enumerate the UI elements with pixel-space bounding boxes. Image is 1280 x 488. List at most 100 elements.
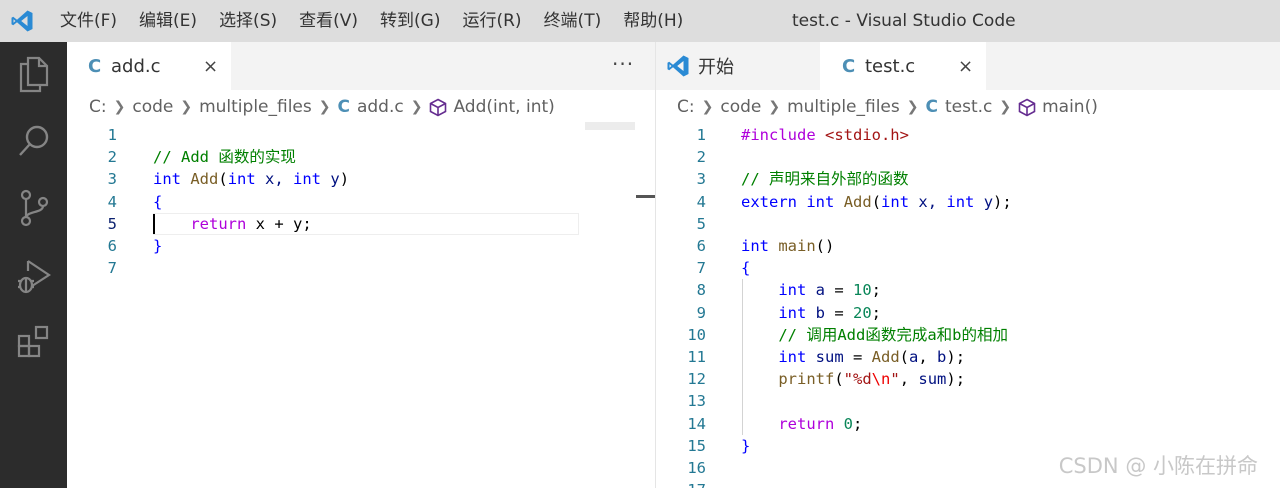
code-line[interactable]: 13 [656,390,1280,412]
code-line[interactable]: 2 // Add 函数的实现 [67,146,655,168]
code-text: // Add 函数的实现 [153,146,296,168]
code-token: ( [218,170,228,189]
breadcrumb-item[interactable]: C: [89,97,107,117]
breadcrumb-item[interactable]: multiple_files [787,97,900,117]
breadcrumb-item[interactable]: main() [1042,97,1098,117]
c-file-icon: C [925,97,938,117]
code-token: extern [741,192,797,211]
code-line[interactable]: 11 int sum = Add(a, b); [656,346,1280,368]
tab-test-c[interactable]: C test.c × [820,42,986,90]
code-token: ); [993,192,1012,211]
breadcrumb-item[interactable]: multiple_files [199,97,312,117]
line-number: 5 [107,214,117,233]
close-icon[interactable]: × [203,56,218,77]
tab-welcome[interactable]: 开始 [656,42,820,90]
c-file-icon: C [337,97,350,117]
code-token: a [909,348,919,366]
breadcrumb-item[interactable]: test.c [945,97,992,117]
code-line[interactable]: 4 extern int Add(int x, int y); [656,191,1280,213]
code-text: { [741,257,750,279]
menu-item[interactable]: 帮助(H) [612,0,694,42]
code-token: int [153,170,181,189]
code-line[interactable]: 5 [656,213,1280,235]
code-line[interactable]: 3 // 声明来自外部的函数 [656,168,1280,190]
code-token: main [778,237,816,255]
line-number: 2 [696,148,706,167]
menu-item[interactable]: 转到(G) [369,0,451,42]
run-debug-icon[interactable] [0,248,67,304]
code-token: #include [741,126,816,144]
menu-item[interactable]: 选择(S) [208,0,288,42]
line-number: 3 [107,170,117,189]
code-token: Add [843,192,872,211]
menu-item[interactable]: 编辑(E) [128,0,208,42]
code-line[interactable]: 7 [67,257,655,279]
code-line[interactable]: 1 [67,124,655,146]
code-line[interactable]: 4{ [67,191,655,213]
code-line[interactable]: 6 int main() [656,235,1280,257]
tab-bar: 开始 C test.c × [656,42,1280,90]
code-line[interactable]: 8 int a = 10; [656,279,1280,301]
code-token: b [937,348,947,366]
line-number: 4 [107,192,117,211]
line-number: 7 [107,259,117,278]
menu-item[interactable]: 终端(T) [533,0,613,42]
search-icon[interactable] [0,114,67,170]
code-text: extern int Add(int x, int y); [741,191,1012,213]
files-icon[interactable] [0,46,67,102]
code-line[interactable]: 10 // 调用Add函数完成a和b的相加 [656,324,1280,346]
breadcrumb-item[interactable]: Add(int, int) [453,97,554,117]
more-actions-icon[interactable]: ··· [612,42,634,90]
source-control-icon[interactable] [0,180,67,236]
code-line[interactable]: 3 int Add(int x, int y) [67,168,655,190]
code-token: = [843,348,872,366]
code-line[interactable]: 12 printf("%d\n", sum); [656,368,1280,390]
extensions-icon[interactable] [0,314,67,370]
code-line[interactable]: 7{ [656,257,1280,279]
code-token: () [815,237,835,255]
code-token: "%d [843,370,872,389]
breadcrumb-item[interactable]: code [132,97,173,117]
code-token: ( [871,192,882,211]
tab-label: add.c [111,55,161,77]
breadcrumb-item[interactable]: C: [677,97,695,117]
breadcrumb-item[interactable]: code [720,97,761,117]
menu-item[interactable]: 文件(F) [44,0,128,42]
code-token: int [778,348,807,366]
chevron-right-icon: ❯ [113,99,126,115]
c-file-icon: C [842,55,856,77]
code-line[interactable]: 17 [656,479,1280,488]
code-token: = [825,281,853,300]
line-number: 15 [687,436,706,455]
code-token: ) [339,170,350,189]
code-token: 10 [853,281,872,300]
code-token: ); [946,348,966,366]
indent-guide [742,279,743,435]
line-number: 12 [687,370,706,389]
code-text: } [153,235,162,257]
code-token: int [881,192,910,211]
close-icon[interactable]: × [958,56,973,77]
line-number: 1 [107,126,117,144]
code-token: , [899,370,919,389]
tab-add-c[interactable]: C add.c × [67,42,231,90]
menu-item[interactable]: 查看(V) [288,0,369,42]
code-line[interactable]: 6} [67,235,655,257]
menu-item[interactable]: 运行(R) [451,0,532,42]
code-line[interactable]: 1 #include <stdio.h> [656,124,1280,146]
code-line[interactable]: 2 [656,146,1280,168]
code-token: Add [871,348,900,366]
editor-group-right: 开始 C test.c × C: ❯ code ❯ multiple_files ❯ Cte… [656,42,1280,488]
code-line[interactable]: 14 return 0; [656,413,1280,435]
code-line[interactable]: 9 int b = 20; [656,302,1280,324]
code-text: { [153,191,162,213]
menu-bar: 文件(F) 编辑(E) 选择(S) 查看(V) 转到(G) 运行(R) 终端(T) 帮助(H) [44,0,694,42]
breadcrumb-item[interactable]: add.c [357,97,404,117]
chevron-right-icon: ❯ [906,99,919,115]
current-line-highlight [153,212,579,235]
